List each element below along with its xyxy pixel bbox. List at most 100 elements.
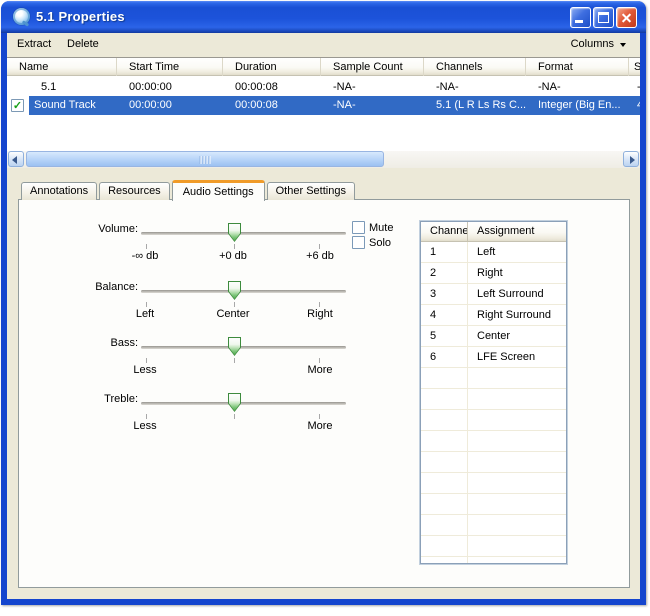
- close-button[interactable]: [616, 7, 637, 28]
- channel-row[interactable]: 5 Center: [421, 326, 566, 347]
- channel-assignment[interactable]: Left Surround: [468, 284, 566, 304]
- channel-assignment[interactable]: LFE Screen: [468, 347, 566, 367]
- scrollbar-thumb[interactable]: [26, 151, 384, 167]
- channel-table-header: Channel Assignment: [421, 222, 566, 242]
- volume-slider-track[interactable]: [141, 232, 346, 235]
- cell-format: -NA-: [526, 78, 629, 97]
- audio-settings-panel: Volume: -∞ db +0 db +6 db Balance: Left …: [18, 199, 630, 588]
- column-header-duration: Duration: [223, 58, 321, 76]
- channel-table: Channel Assignment 1 Left 2 Right 3 Left…: [420, 221, 567, 564]
- channel-assignment[interactable]: Right: [468, 263, 566, 283]
- quicktime-icon: [13, 8, 30, 25]
- channel-row[interactable]: 4 Right Surround: [421, 305, 566, 326]
- tab-audio-settings[interactable]: Audio Settings: [172, 180, 265, 201]
- mute-checkbox[interactable]: [352, 221, 365, 234]
- tab-annotations[interactable]: Annotations: [21, 182, 97, 200]
- maximize-icon: [598, 12, 609, 23]
- cell-duration: 00:00:08: [223, 96, 321, 115]
- channel-row[interactable]: 6 LFE Screen: [421, 347, 566, 368]
- column-header-partial: S: [629, 58, 640, 76]
- channel-assignment[interactable]: Center: [468, 326, 566, 346]
- balance-left-label: Left: [136, 308, 154, 320]
- column-header-start-time: Start Time: [117, 58, 223, 76]
- channel-number: 2: [421, 263, 468, 283]
- cell-channels: -NA-: [424, 78, 526, 97]
- menu-delete[interactable]: Delete: [67, 38, 99, 50]
- column-header-channels: Channels: [424, 58, 526, 76]
- treble-slider-thumb[interactable]: [228, 393, 241, 412]
- channel-number: 3: [421, 284, 468, 304]
- bass-label: Bass:: [81, 337, 138, 349]
- bass-slider-thumb[interactable]: [228, 337, 241, 356]
- tab-resources[interactable]: Resources: [99, 182, 170, 200]
- channel-assignment[interactable]: Left: [468, 242, 566, 262]
- menubar: Extract Delete Columns: [7, 33, 640, 57]
- scroll-left-button[interactable]: [8, 151, 24, 167]
- treble-label: Treble:: [81, 393, 138, 405]
- table-row-movie[interactable]: 5.1 00:00:00 00:00:08 -NA- -NA- -NA- -: [7, 78, 640, 97]
- volume-slider-group: Volume: -∞ db +0 db +6 db: [81, 223, 381, 271]
- track-list-header: Name Start Time Duration Sample Count Ch…: [7, 58, 640, 76]
- menu-extract[interactable]: Extract: [17, 38, 51, 50]
- balance-right-label: Right: [307, 308, 333, 320]
- channel-row[interactable]: 1 Left: [421, 242, 566, 263]
- cell-sample-count: -NA-: [321, 78, 424, 97]
- columns-dropdown-label: Columns: [571, 38, 614, 50]
- column-header-name: Name: [7, 58, 117, 76]
- column-header-sample-count: Sample Count: [321, 58, 424, 76]
- channel-row-empty: [421, 389, 566, 410]
- channel-row-empty: [421, 431, 566, 452]
- volume-label: Volume:: [81, 223, 138, 235]
- cell-channels: 5.1 (L R Ls Rs C...: [424, 96, 526, 115]
- assignment-column-header: Assignment: [468, 222, 566, 241]
- columns-dropdown[interactable]: Columns: [571, 38, 626, 50]
- track-list: Name Start Time Duration Sample Count Ch…: [7, 57, 640, 168]
- volume-slider-thumb[interactable]: [228, 223, 241, 242]
- table-row-sound-track[interactable]: ✓ Sound Track 00:00:00 00:00:08 -NA- 5.1…: [7, 96, 640, 115]
- balance-center-label: Center: [216, 308, 249, 320]
- treble-slider-track[interactable]: [141, 402, 346, 405]
- channel-column-header: Channel: [421, 222, 468, 241]
- scroll-right-button[interactable]: [623, 151, 639, 167]
- cell-name: Sound Track: [29, 96, 117, 115]
- bass-slider-group: Bass: Less More: [81, 337, 381, 385]
- column-header-format: Format: [526, 58, 629, 76]
- bass-less-label: Less: [133, 364, 156, 376]
- tab-bar: Annotations Resources Audio Settings Oth…: [21, 179, 357, 200]
- solo-label: Solo: [369, 237, 391, 249]
- scroll-left-icon: [12, 156, 17, 164]
- solo-checkbox[interactable]: [352, 236, 365, 249]
- maximize-button[interactable]: [593, 7, 614, 28]
- channel-number: 6: [421, 347, 468, 367]
- tab-other-settings[interactable]: Other Settings: [267, 182, 355, 200]
- cell-partial: 4: [629, 96, 640, 115]
- horizontal-scrollbar[interactable]: [7, 151, 640, 168]
- balance-slider-track[interactable]: [141, 290, 346, 293]
- cell-sample-count: -NA-: [321, 96, 424, 115]
- channel-number: 1: [421, 242, 468, 262]
- window-title: 5.1 Properties: [36, 1, 125, 33]
- treble-more-label: More: [307, 420, 332, 432]
- channel-row-empty: [421, 368, 566, 389]
- volume-center-label: +0 db: [219, 250, 247, 262]
- balance-slider-thumb[interactable]: [228, 281, 241, 300]
- channel-row-empty: [421, 410, 566, 431]
- titlebar[interactable]: 5.1 Properties: [1, 1, 646, 33]
- channel-row-empty: [421, 536, 566, 557]
- chevron-down-icon: [620, 43, 626, 47]
- channel-row-empty: [421, 452, 566, 473]
- channel-row[interactable]: 2 Right: [421, 263, 566, 284]
- track-enabled-checkbox[interactable]: ✓: [11, 99, 24, 112]
- minimize-button[interactable]: [570, 7, 591, 28]
- channel-row-empty: [421, 494, 566, 515]
- balance-label: Balance:: [81, 281, 138, 293]
- channel-assignment[interactable]: Right Surround: [468, 305, 566, 325]
- channel-number: 5: [421, 326, 468, 346]
- bass-slider-track[interactable]: [141, 346, 346, 349]
- properties-window: 5.1 Properties Extract Delete Columns Na…: [1, 1, 646, 605]
- balance-slider-group: Balance: Left Center Right: [81, 281, 381, 329]
- cell-start-time: 00:00:00: [117, 78, 223, 97]
- channel-row[interactable]: 3 Left Surround: [421, 284, 566, 305]
- cell-partial: -: [629, 78, 640, 97]
- treble-less-label: Less: [133, 420, 156, 432]
